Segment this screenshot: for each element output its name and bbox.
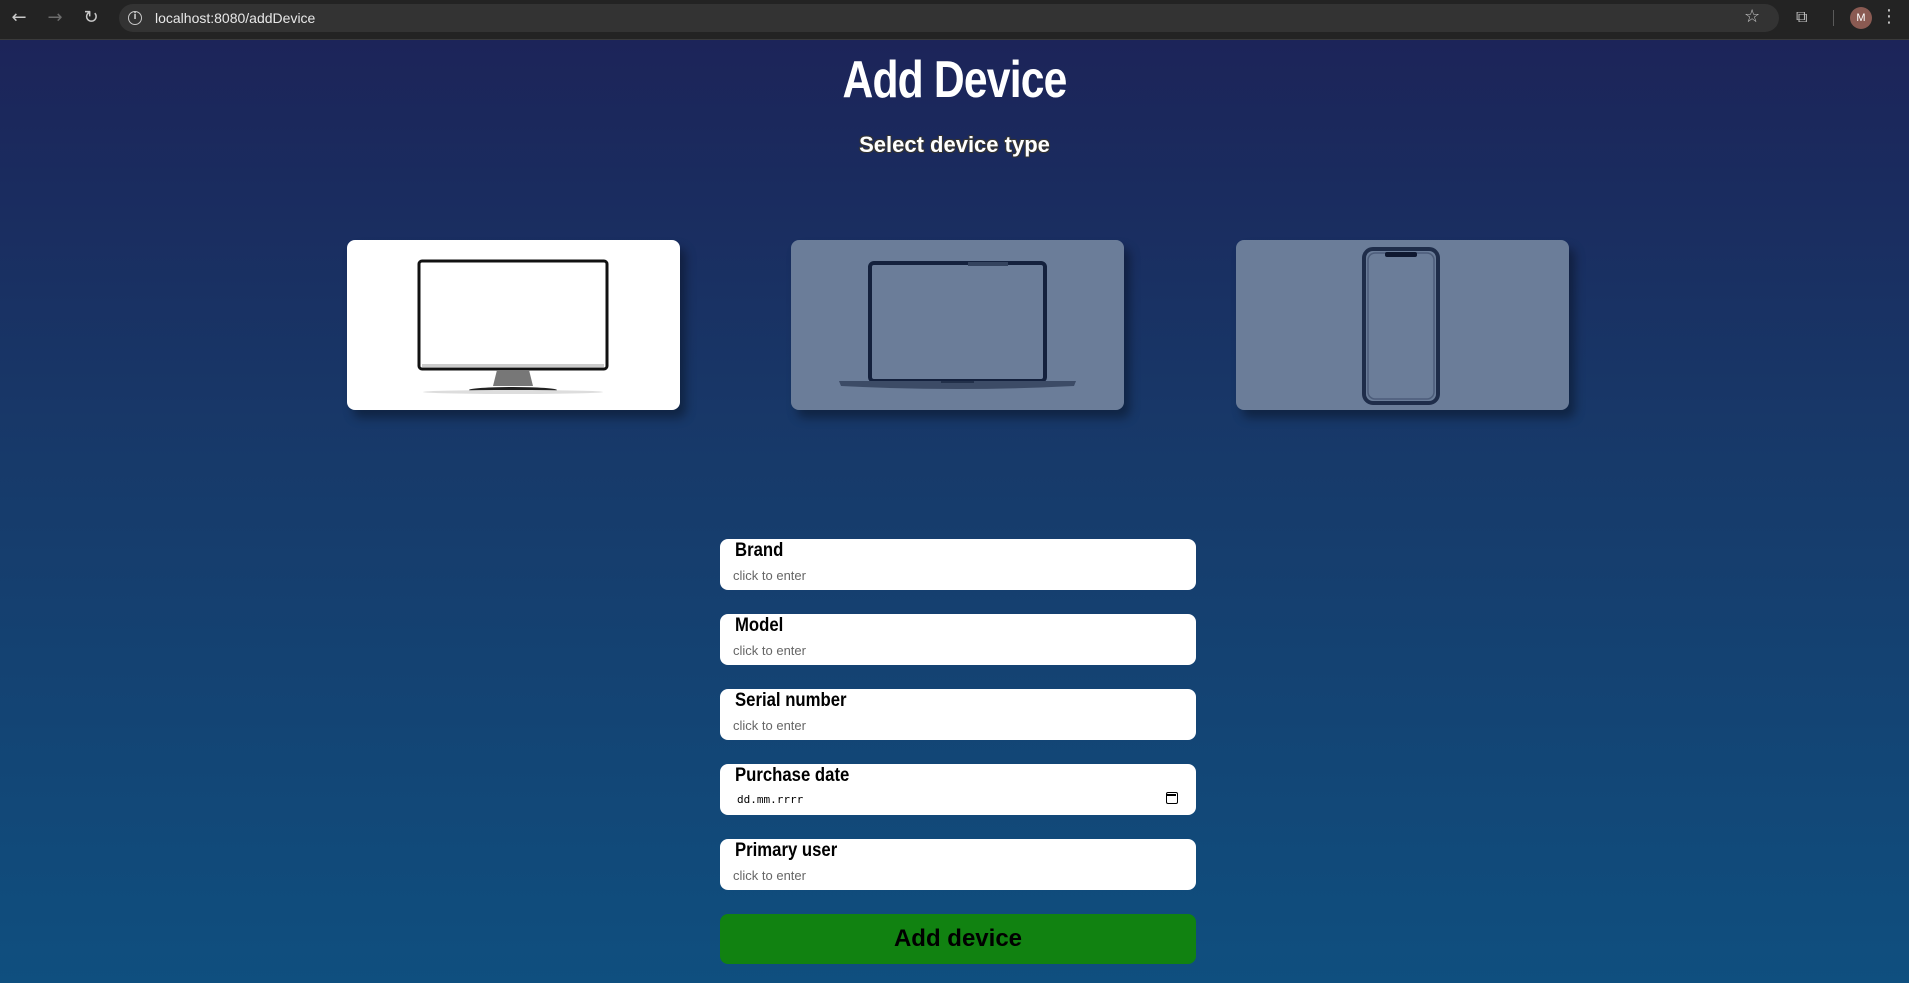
add-device-button[interactable]: Add device	[720, 914, 1196, 964]
avatar[interactable]: M	[1850, 7, 1872, 29]
menu-icon[interactable]: ⋮	[1880, 6, 1898, 27]
url-host: localhost:8080	[155, 10, 246, 26]
toolbar-divider	[1833, 10, 1834, 26]
brand-input[interactable]	[733, 565, 1173, 585]
purchase-date-input[interactable]: dd.mm.rrrr	[737, 793, 803, 806]
page-title: Add Device	[842, 51, 1067, 109]
brand-field: Brand	[720, 539, 1196, 590]
primary-user-input[interactable]	[733, 865, 1173, 885]
extensions-icon[interactable]: ⧉	[1796, 7, 1807, 27]
serial-number-label: Serial number	[735, 690, 847, 711]
brand-label: Brand	[735, 540, 784, 561]
url-text[interactable]: localhost:8080/addDevice	[155, 10, 315, 26]
page-subtitle: Select device type	[859, 132, 1050, 157]
model-field: Model	[720, 614, 1196, 665]
model-input[interactable]	[733, 640, 1173, 660]
primary-user-label: Primary user	[735, 840, 838, 861]
device-card-smartphone[interactable]	[1236, 240, 1569, 410]
model-label: Model	[735, 615, 784, 636]
star-icon[interactable]: ☆	[1744, 6, 1760, 27]
desktop-monitor-icon	[417, 259, 609, 394]
info-icon[interactable]: i	[128, 11, 142, 25]
address-bar[interactable]: i localhost:8080/addDevice	[119, 4, 1779, 32]
url-path: /addDevice	[245, 10, 316, 26]
page-content: Add Device Select device type Brand clic…	[0, 40, 1909, 983]
device-card-desktop[interactable]	[347, 240, 680, 410]
browser-toolbar: ← → ↻ i localhost:8080/addDevice ☆ ⧉ M ⋮	[0, 0, 1909, 40]
purchase-date-field[interactable]: Purchase date dd.mm.rrrr	[720, 764, 1196, 815]
serial-number-field: Serial number	[720, 689, 1196, 740]
serial-number-input[interactable]	[733, 715, 1173, 735]
device-card-laptop[interactable]	[791, 240, 1124, 410]
calendar-icon[interactable]	[1166, 792, 1178, 804]
primary-user-field: Primary user	[720, 839, 1196, 890]
forward-icon[interactable]: →	[44, 7, 66, 29]
reload-icon[interactable]: ↻	[80, 7, 102, 29]
smartphone-icon	[1362, 247, 1440, 405]
laptop-icon	[839, 261, 1076, 389]
add-device-form: Brand Model Serial number Purchase date …	[720, 539, 1196, 914]
purchase-date-label: Purchase date	[735, 765, 850, 786]
back-icon[interactable]: ←	[8, 7, 30, 29]
